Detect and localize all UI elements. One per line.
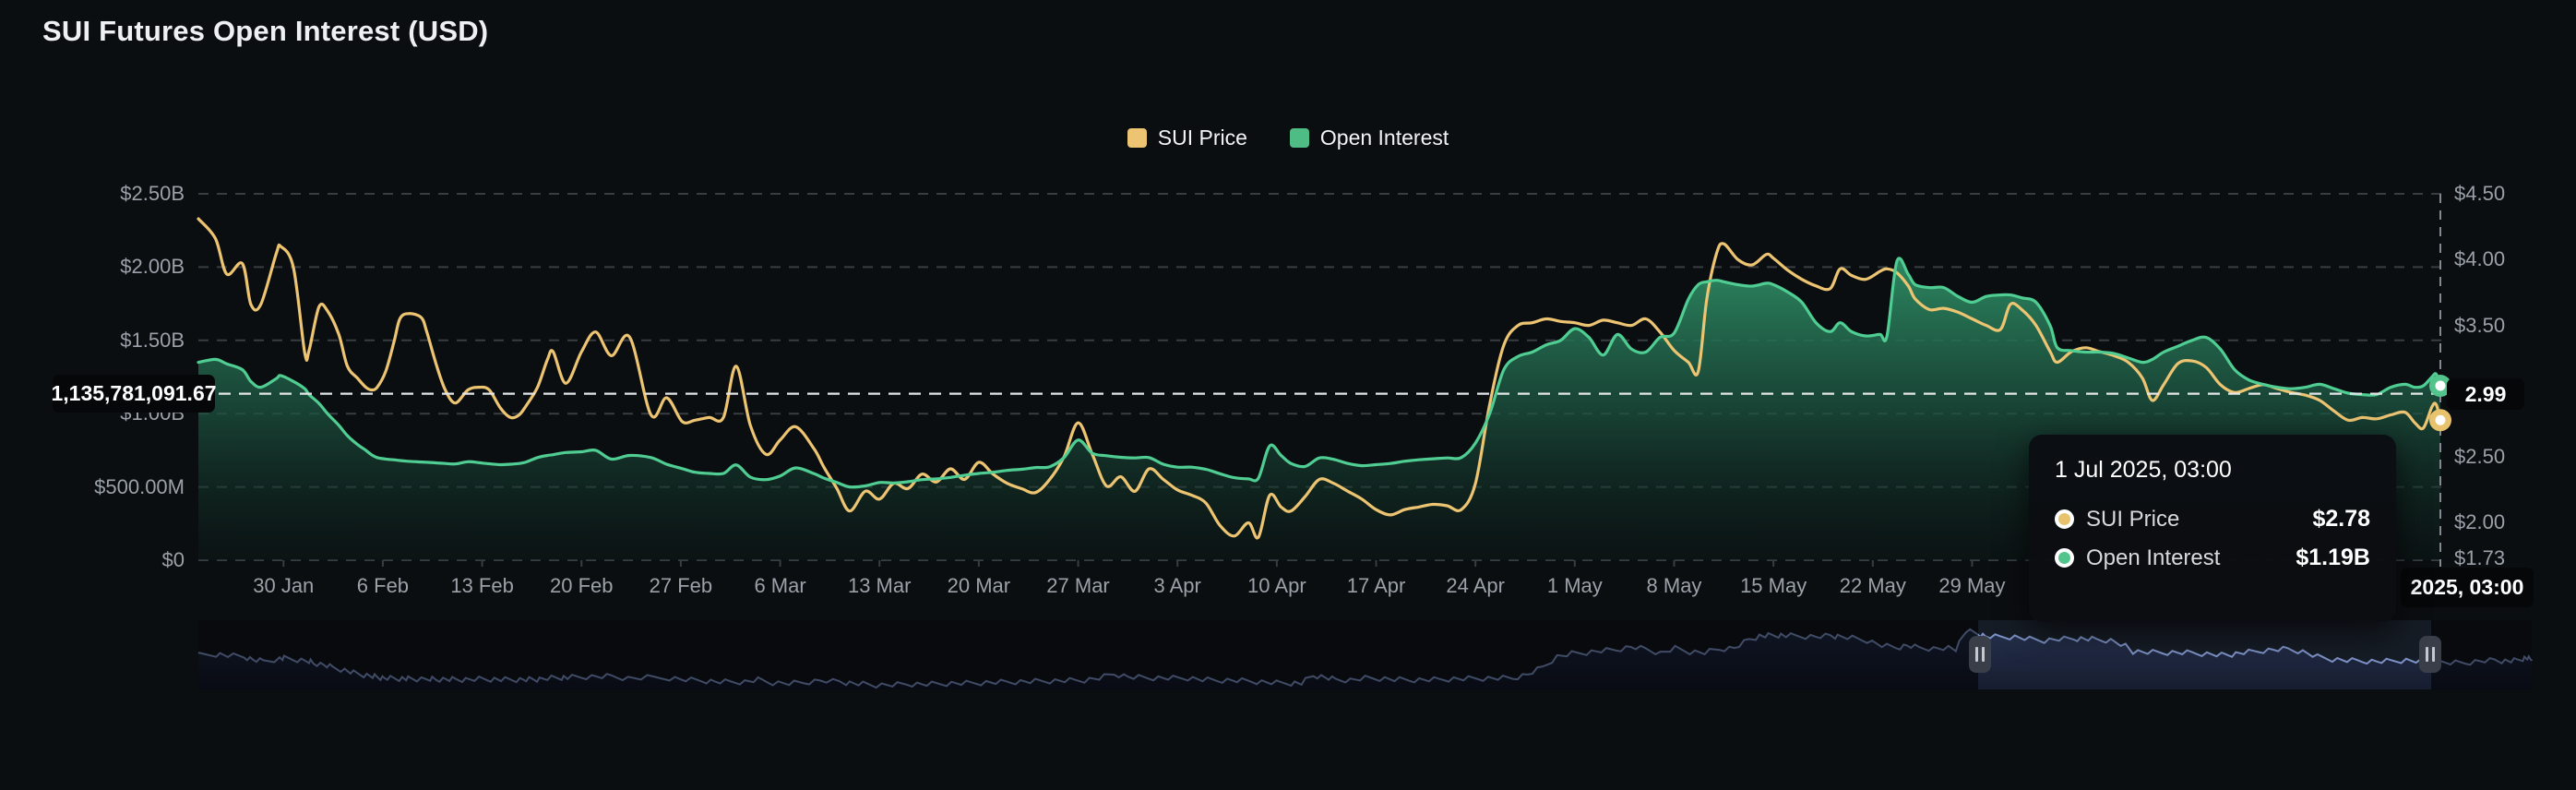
left-axis-tick-label: $0	[37, 548, 185, 572]
left-axis-tick-label: $2.50B	[37, 182, 185, 206]
x-axis-tick-label: 29 May	[1907, 574, 2036, 598]
right-axis-tick-label: $2.00	[2454, 510, 2505, 534]
right-axis-tick-label: $3.50	[2454, 314, 2505, 338]
crosshair-date-badge: 2025, 03:00	[2401, 568, 2534, 607]
left-axis-tick-label: $1.50B	[37, 329, 185, 353]
navigator-right-handle-icon[interactable]	[2419, 636, 2441, 673]
sui-price-swatch-icon	[1127, 128, 1147, 148]
tooltip-row-value: $1.19B	[2296, 545, 2370, 571]
tooltip-row-sui-price: SUI Price $2.78	[2055, 506, 2370, 533]
navigator-left-handle-icon[interactable]	[1969, 636, 1991, 673]
left-axis-tick-label: $500.00M	[37, 475, 185, 499]
right-axis-tick-label: $2.50	[2454, 445, 2505, 469]
tooltip: 1 Jul 2025, 03:00 SUI Price $2.78 Open I…	[2029, 435, 2396, 622]
price-open-interest-chart[interactable]	[0, 0, 2576, 790]
x-axis-tick-marks	[283, 560, 1972, 567]
sui-price-dot-icon	[2055, 509, 2074, 529]
tooltip-row-open-interest: Open Interest $1.19B	[2055, 545, 2370, 571]
legend: SUI Price Open Interest	[0, 126, 2576, 150]
legend-item-sui-price[interactable]: SUI Price	[1127, 126, 1247, 150]
crosshair-open-interest-value-badge: 1,135,781,091.67	[53, 375, 215, 413]
tooltip-row-label: Open Interest	[2086, 545, 2284, 571]
right-axis-tick-label: $4.00	[2454, 247, 2505, 271]
tooltip-title: 1 Jul 2025, 03:00	[2055, 457, 2370, 484]
navigator-mini-chart[interactable]	[198, 620, 2532, 689]
chart-panel: SUI Futures Open Interest (USD) SUI Pric…	[0, 0, 2576, 790]
open-interest-dot-icon	[2055, 548, 2074, 568]
legend-label: Open Interest	[1320, 126, 1449, 150]
tooltip-row-value: $2.78	[2312, 506, 2370, 533]
legend-item-open-interest[interactable]: Open Interest	[1290, 126, 1449, 150]
left-axis-tick-label: $2.00B	[37, 255, 185, 279]
right-axis-tick-label: $4.50	[2454, 182, 2505, 206]
page-title: SUI Futures Open Interest (USD)	[42, 15, 488, 48]
crosshair-price-value-badge: 2.99	[2447, 378, 2524, 410]
legend-label: SUI Price	[1158, 126, 1247, 150]
open-interest-swatch-icon	[1290, 128, 1309, 148]
tooltip-row-label: SUI Price	[2086, 507, 2300, 533]
